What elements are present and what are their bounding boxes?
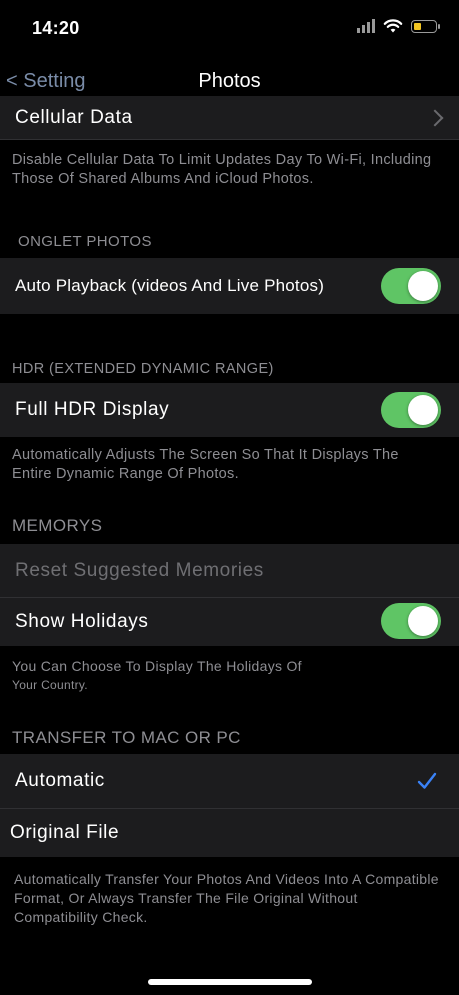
automatic-row[interactable]: Automatic: [0, 754, 459, 808]
cellular-data-row[interactable]: Cellular Data: [0, 96, 459, 140]
original-file-row[interactable]: Original File: [0, 809, 459, 857]
auto-playback-row: Auto Playback (videos And Live Photos): [0, 258, 459, 314]
auto-playback-toggle[interactable]: [381, 268, 441, 304]
full-hdr-row: Full HDR Display: [0, 383, 459, 437]
reset-memories-label: Reset Suggested Memories: [15, 560, 264, 581]
status-icons: [357, 18, 440, 34]
chevron-right-icon: [426, 109, 444, 127]
show-holidays-row: Show Holidays: [0, 598, 459, 646]
cellular-signal-icon: [357, 19, 375, 33]
transfer-footnote: Automatically Transfer Your Photos And V…: [14, 871, 439, 925]
wifi-icon: [383, 19, 403, 33]
holidays-footnote-line2: Your Country.: [12, 678, 88, 692]
holidays-footnote: You Can Choose To Display The Holidays O…: [12, 657, 442, 695]
cellular-footnote: Disable Cellular Data To Limit Updates D…: [12, 152, 432, 187]
checkmark-icon: [417, 772, 437, 789]
section-hdr: HDR (EXTENDED DYNAMIC RANGE): [12, 361, 274, 377]
battery-icon: [411, 19, 440, 33]
show-holidays-label: Show Holidays: [15, 611, 149, 632]
full-hdr-label: Full HDR Display: [15, 399, 170, 420]
original-file-label: Original File: [10, 822, 120, 843]
page-title: Photos: [198, 70, 261, 92]
automatic-label: Automatic: [15, 770, 105, 791]
section-onglet-photos: ONGLET PHOTOS: [18, 233, 152, 250]
auto-playback-label: Auto Playback (videos And Live Photos): [15, 276, 325, 295]
cellular-data-label: Cellular Data: [15, 107, 133, 128]
reset-memories-row[interactable]: Reset Suggested Memories: [0, 544, 459, 598]
section-memories: MEMORYS: [12, 516, 103, 535]
full-hdr-toggle[interactable]: [381, 392, 441, 428]
status-time: 14:20: [32, 18, 80, 38]
home-indicator: [148, 979, 312, 985]
section-transfer: TRANSFER TO MAC OR PC: [12, 728, 241, 747]
hdr-footnote: Automatically Adjusts The Screen So That…: [12, 447, 399, 482]
show-holidays-toggle[interactable]: [381, 603, 441, 639]
holidays-footnote-line1: You Can Choose To Display The Holidays O…: [12, 658, 302, 674]
